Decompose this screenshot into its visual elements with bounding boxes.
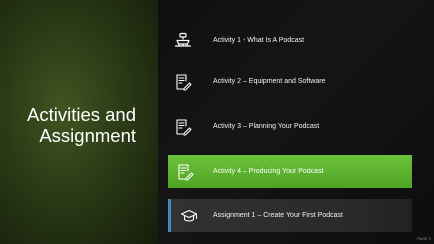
slide: Activities and Assignment Activity 1 - W… [0,0,434,244]
activity-3-label: Activity 3 – Planning Your Podcast [213,123,320,130]
activity-4-item[interactable]: Activity 4 – Producing Your Podcast [168,155,412,188]
podcast-mic-icon [168,26,198,56]
assignment-1-item[interactable]: Assignment 1 – Create Your First Podcast [168,199,412,232]
checklist-pencil-icon [168,155,201,188]
activity-4-label: Activity 4 – Producing Your Podcast [213,168,324,175]
slide-title: Activities and Assignment [0,104,136,146]
activity-2-label: Activity 2 – Equipment and Software [213,78,326,85]
activity-2-item[interactable]: Activity 2 – Equipment and Software [168,67,410,97]
slide-title-line-2: Assignment [39,125,136,146]
checklist-pencil-icon [168,67,198,97]
assignment-1-label: Assignment 1 – Create Your First Podcast [213,212,343,219]
checklist-pencil-icon [168,112,198,142]
activity-1-label: Activity 1 - What Is A Podcast [213,37,305,44]
slide-title-line-1: Activities and [27,104,136,125]
activity-3-item[interactable]: Activity 3 – Planning Your Podcast [168,112,410,142]
activity-1-item[interactable]: Activity 1 - What Is A Podcast [168,26,410,56]
page-number: PAGE 3 [417,237,431,241]
graduation-cap-icon [174,199,204,232]
assignment-accent-bar [168,199,171,232]
